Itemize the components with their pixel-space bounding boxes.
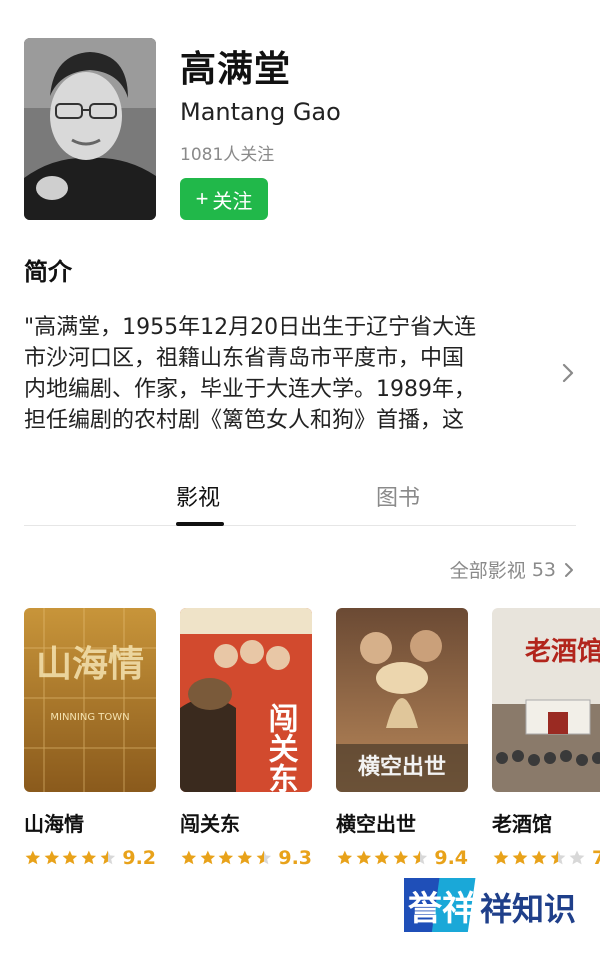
film-card[interactable]: 山海情 MINNING TOWN 山海情 9.2 bbox=[24, 608, 156, 869]
intro-line: 担任编剧的农村剧《篱笆女人和狗》首播，这 bbox=[24, 408, 465, 433]
poster-title: 山海情 bbox=[36, 644, 144, 685]
film-card[interactable]: 闯关东 闯关东 9.3 bbox=[180, 608, 312, 869]
chevron-right-icon bbox=[565, 562, 573, 577]
film-rating: 9.4 bbox=[336, 847, 468, 869]
star-icon bbox=[44, 850, 59, 865]
follow-button-label: 关注 bbox=[212, 190, 253, 213]
star-icon bbox=[493, 850, 509, 865]
star-icon bbox=[356, 850, 371, 865]
poster-image: 山海情 MINNING TOWN bbox=[24, 608, 156, 792]
follow-button[interactable]: + 关注 bbox=[180, 178, 268, 220]
star-icon bbox=[100, 850, 115, 865]
intro-text[interactable]: "高满堂，1955年12月20日出生于辽宁省大连 市沙河口区，祖籍山东省青岛市平… bbox=[24, 312, 534, 436]
watermark-logo: 誉 祥 祥知识 bbox=[404, 878, 576, 932]
all-films-link[interactable]: 全部影视 53 bbox=[450, 556, 576, 583]
intro-line: 市沙河口区，祖籍山东省青岛市平度市，中国 bbox=[24, 346, 465, 371]
intro-line: 内地编剧、作家，毕业于大连大学。1989年， bbox=[24, 377, 476, 402]
star-icon bbox=[531, 850, 547, 865]
film-title: 横空出世 bbox=[336, 812, 416, 836]
star-icon bbox=[25, 850, 41, 865]
star-icon bbox=[550, 850, 566, 865]
film-title: 老酒馆 bbox=[492, 812, 552, 836]
film-score: 9.3 bbox=[278, 847, 313, 869]
poster-image: 老酒馆 bbox=[492, 608, 600, 792]
poster-title: 老酒馆 bbox=[525, 636, 600, 667]
author-photo bbox=[24, 38, 156, 220]
film-poster[interactable]: 山海情 MINNING TOWN bbox=[24, 608, 156, 792]
plus-icon: + bbox=[195, 186, 209, 211]
author-english-name: Mantang Gao bbox=[180, 98, 341, 126]
svg-text:誉: 誉 bbox=[408, 889, 443, 929]
poster-subtitle: MINNING TOWN bbox=[50, 712, 129, 723]
star-icon bbox=[81, 850, 97, 865]
star-icon bbox=[181, 850, 197, 865]
svg-text:祥: 祥 bbox=[442, 889, 476, 929]
intro-line: "高满堂，1955年12月20日出生于辽宁省大连 bbox=[24, 315, 477, 340]
film-list: 山海情 MINNING TOWN 山海情 9.2 闯关东 闯关东 9.3 横空出… bbox=[24, 608, 600, 878]
all-films-count: 53 bbox=[531, 558, 556, 581]
star-icon bbox=[393, 850, 409, 865]
svg-text:祥知识: 祥知识 bbox=[480, 890, 576, 928]
star-icon bbox=[512, 850, 528, 865]
star-icon bbox=[62, 850, 78, 865]
tab-films[interactable]: 影视 bbox=[176, 480, 220, 512]
chevron-right-icon[interactable] bbox=[556, 358, 580, 388]
tab-books[interactable]: 图书 bbox=[376, 480, 420, 512]
film-rating: 9.2 bbox=[24, 847, 156, 869]
poster-title: 横空出世 bbox=[358, 754, 446, 780]
star-icon bbox=[237, 850, 253, 865]
film-card[interactable]: 老酒馆 老酒馆 7 bbox=[492, 608, 600, 869]
star-icon bbox=[374, 850, 390, 865]
film-score: 9.4 bbox=[434, 847, 469, 869]
film-title: 闯关东 bbox=[180, 812, 240, 836]
tab-bar: 影视 图书 bbox=[24, 470, 576, 526]
intro-heading: 简介 bbox=[24, 258, 72, 286]
follower-count: 1081人关注 bbox=[180, 145, 275, 165]
poster-image: 横空出世 bbox=[336, 608, 468, 792]
star-icon bbox=[256, 850, 271, 865]
film-poster[interactable]: 横空出世 bbox=[336, 608, 468, 792]
star-icon bbox=[569, 850, 585, 865]
poster-image: 闯关东 bbox=[180, 608, 312, 792]
star-icon bbox=[337, 850, 353, 865]
film-rating: 7 bbox=[492, 847, 600, 869]
film-rating: 9.3 bbox=[180, 847, 312, 869]
film-poster[interactable]: 老酒馆 bbox=[492, 608, 600, 792]
poster-title: 闯关东 bbox=[263, 703, 299, 792]
film-title: 山海情 bbox=[24, 812, 84, 836]
star-icon bbox=[218, 850, 234, 865]
star-icon bbox=[200, 850, 215, 865]
author-portrait-image bbox=[24, 38, 156, 220]
star-icon bbox=[412, 850, 427, 865]
film-score: 9.2 bbox=[122, 847, 157, 869]
film-poster[interactable]: 闯关东 bbox=[180, 608, 312, 792]
film-score: 7 bbox=[592, 847, 600, 869]
film-card[interactable]: 横空出世 横空出世 9.4 bbox=[336, 608, 468, 869]
all-films-label: 全部影视 bbox=[449, 560, 526, 582]
active-tab-indicator bbox=[176, 522, 224, 526]
author-name: 高满堂 bbox=[180, 49, 292, 90]
